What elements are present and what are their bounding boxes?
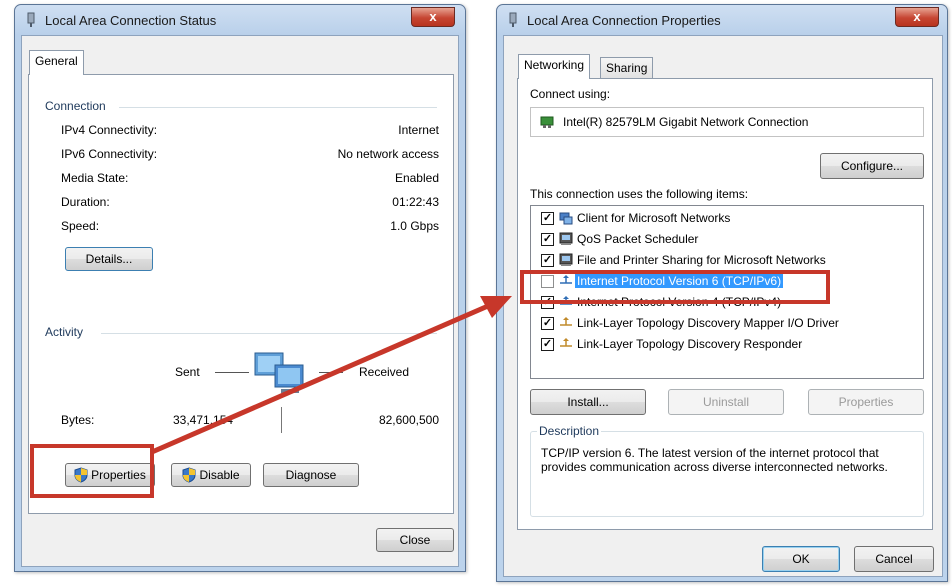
network-adapter-icon (540, 116, 554, 128)
details-button[interactable]: Details... (65, 247, 153, 271)
media-state-value: Enabled (394, 171, 439, 185)
uninstall-button[interactable]: Uninstall (668, 389, 784, 415)
network-connection-icon (27, 12, 35, 27)
adapter-field: Intel(R) 82579LM Gigabit Network Connect… (530, 107, 924, 137)
tab-networking[interactable]: Networking (518, 54, 591, 79)
details-button-label: Details... (85, 252, 133, 266)
window-title: Local Area Connection Properties (527, 13, 721, 28)
item-label[interactable]: Client for Microsoft Networks (577, 211, 730, 225)
properties-client-area: Networking Sharing Connect using: Intel(… (503, 35, 943, 577)
activity-group-divider (101, 333, 437, 334)
sent-label: Sent (175, 365, 200, 379)
cancel-button[interactable]: Cancel (854, 546, 934, 572)
diagnose-button-label: Diagnose (285, 468, 337, 482)
connect-using-label: Connect using: (530, 87, 611, 101)
bytes-sent-value: 33,471,154 (173, 413, 234, 427)
received-line (319, 372, 343, 373)
service-icon (559, 253, 573, 266)
adapter-name: Intel(R) 82579LM Gigabit Network Connect… (563, 115, 809, 129)
item-properties-button[interactable]: Properties (808, 389, 924, 415)
configure-button-label: Configure... (840, 159, 904, 173)
connection-group-label: Connection (45, 99, 106, 113)
uninstall-button-label: Uninstall (702, 395, 750, 409)
cancel-button-label: Cancel (875, 552, 913, 566)
service-icon (559, 232, 573, 245)
item-label[interactable]: Link-Layer Topology Discovery Mapper I/O… (577, 316, 839, 330)
description-text: TCP/IP version 6. The latest version of … (541, 446, 888, 474)
activity-group-label: Activity (45, 325, 84, 339)
window-close-button[interactable]: x (895, 7, 939, 27)
media-state-label: Media State: (61, 171, 129, 185)
received-label: Received (359, 365, 410, 379)
duration-value: 01:22:43 (392, 195, 439, 209)
bytes-divider (281, 407, 282, 433)
tab-sharing[interactable]: Sharing (600, 57, 654, 79)
install-button[interactable]: Install... (530, 389, 646, 415)
protocol-icon (560, 338, 572, 347)
speed-value: 1.0 Gbps (390, 219, 439, 233)
ipv4-connectivity-value: Internet (398, 123, 439, 137)
network-connection-icon (509, 12, 517, 27)
ipv6-connectivity-value: No network access (337, 147, 439, 161)
item-checkbox[interactable]: ✓ (541, 233, 554, 246)
item-properties-button-label: Properties (838, 395, 894, 409)
properties-button-highlight (30, 444, 154, 498)
networking-tab-panel: Connect using: Intel(R) 82579LM Gigabit … (517, 78, 933, 530)
diagnose-button[interactable]: Diagnose (263, 463, 359, 487)
network-computers-icon (254, 352, 304, 393)
bytes-label: Bytes: (61, 413, 95, 427)
item-label[interactable]: QoS Packet Scheduler (577, 232, 698, 246)
bytes-received-value: 82,600,500 (378, 413, 439, 427)
item-checkbox[interactable]: ✓ (541, 317, 554, 330)
ok-button[interactable]: OK (762, 546, 840, 572)
item-label[interactable]: Link-Layer Topology Discovery Responder (577, 337, 802, 351)
item-checkbox[interactable]: ✓ (541, 212, 554, 225)
window-title: Local Area Connection Status (45, 13, 217, 28)
description-group: Description TCP/IP version 6. The latest… (530, 424, 924, 517)
item-label[interactable]: File and Printer Sharing for Microsoft N… (577, 253, 826, 267)
ok-button-label: OK (792, 552, 810, 566)
ipv4-connectivity-label: IPv4 Connectivity: (61, 123, 158, 137)
network-client-icon (559, 212, 573, 225)
window-close-button[interactable]: x (411, 7, 455, 27)
sent-line (215, 372, 249, 373)
ipv6-item-highlight (520, 270, 830, 304)
item-checkbox[interactable]: ✓ (541, 254, 554, 267)
tab-general[interactable]: General (29, 50, 84, 75)
items-label: This connection uses the following items… (530, 187, 749, 201)
uac-shield-icon (182, 467, 196, 483)
close-button-label: Close (399, 533, 431, 547)
disable-button[interactable]: Disable (171, 463, 251, 487)
description-group-label: Description (537, 424, 602, 438)
speed-label: Speed: (61, 219, 100, 233)
protocol-icon (560, 317, 572, 326)
connection-group-divider (119, 107, 437, 108)
close-button[interactable]: Close (376, 528, 454, 552)
duration-label: Duration: (61, 195, 110, 209)
configure-button[interactable]: Configure... (820, 153, 924, 179)
install-button-label: Install... (567, 395, 609, 409)
item-checkbox[interactable]: ✓ (541, 338, 554, 351)
disable-button-label: Disable (199, 468, 240, 482)
ipv6-connectivity-label: IPv6 Connectivity: (61, 147, 158, 161)
